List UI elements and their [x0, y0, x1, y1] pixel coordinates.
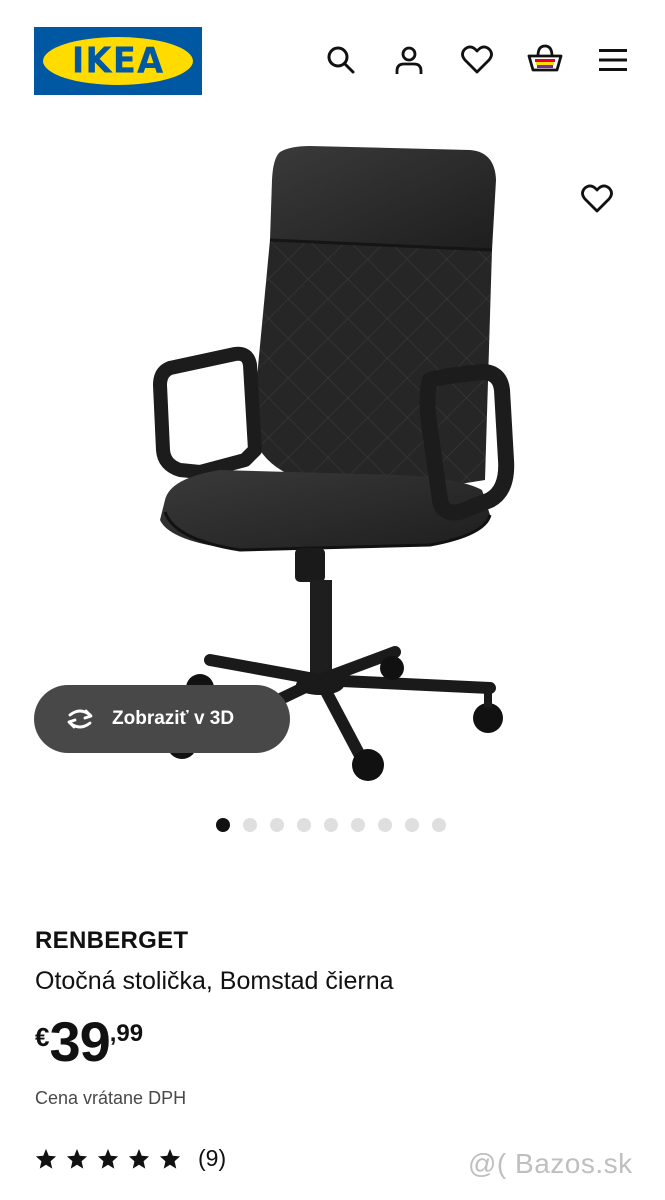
gallery-dot[interactable]: [351, 818, 365, 832]
product-description: Otočná stolička, Bomstad čierna: [35, 967, 394, 995]
heart-icon[interactable]: [457, 40, 497, 80]
user-icon[interactable]: [389, 40, 429, 80]
watermark: @( Bazos.sk: [468, 1148, 633, 1179]
top-header: IKEA: [0, 0, 665, 120]
menu-icon[interactable]: [593, 40, 633, 80]
gallery-dot[interactable]: [270, 818, 284, 832]
price-currency: €: [35, 1022, 50, 1052]
product-rating[interactable]: (9): [35, 1145, 226, 1172]
gallery-dot[interactable]: [324, 818, 338, 832]
gallery-dot[interactable]: [216, 818, 230, 832]
logo-oval: IKEA: [43, 37, 193, 85]
gallery-pagination: [216, 818, 446, 832]
star-icon: [35, 1148, 57, 1169]
heart-icon: [581, 184, 613, 213]
view-in-3d-label: Zobraziť v 3D: [112, 708, 235, 729]
star-icon: [66, 1148, 88, 1169]
gallery-dot[interactable]: [405, 818, 419, 832]
rating-stars: [35, 1148, 181, 1170]
rotate-3d-icon: [67, 709, 93, 729]
rating-count[interactable]: (9): [198, 1145, 226, 1172]
price-integer: 39: [49, 1010, 110, 1073]
add-to-favourites-button[interactable]: [568, 170, 626, 228]
gallery-dot[interactable]: [378, 818, 392, 832]
gallery-dot[interactable]: [243, 818, 257, 832]
logo-text: IKEA: [71, 40, 165, 82]
product-price: € 39 ,99: [35, 1012, 143, 1072]
vat-note: Cena vrátane DPH: [35, 1088, 187, 1108]
price-decimal: ,99: [109, 1020, 144, 1047]
star-icon: [97, 1148, 119, 1169]
gallery-dot[interactable]: [432, 818, 446, 832]
ikea-logo[interactable]: IKEA: [34, 27, 202, 95]
star-icon: [159, 1148, 181, 1169]
search-icon[interactable]: [321, 40, 361, 80]
basket-icon[interactable]: [525, 40, 565, 80]
view-in-3d-button[interactable]: Zobraziť v 3D: [34, 685, 290, 753]
star-icon: [128, 1148, 150, 1169]
gallery-dot[interactable]: [297, 818, 311, 832]
product-name: RENBERGET: [35, 927, 189, 954]
